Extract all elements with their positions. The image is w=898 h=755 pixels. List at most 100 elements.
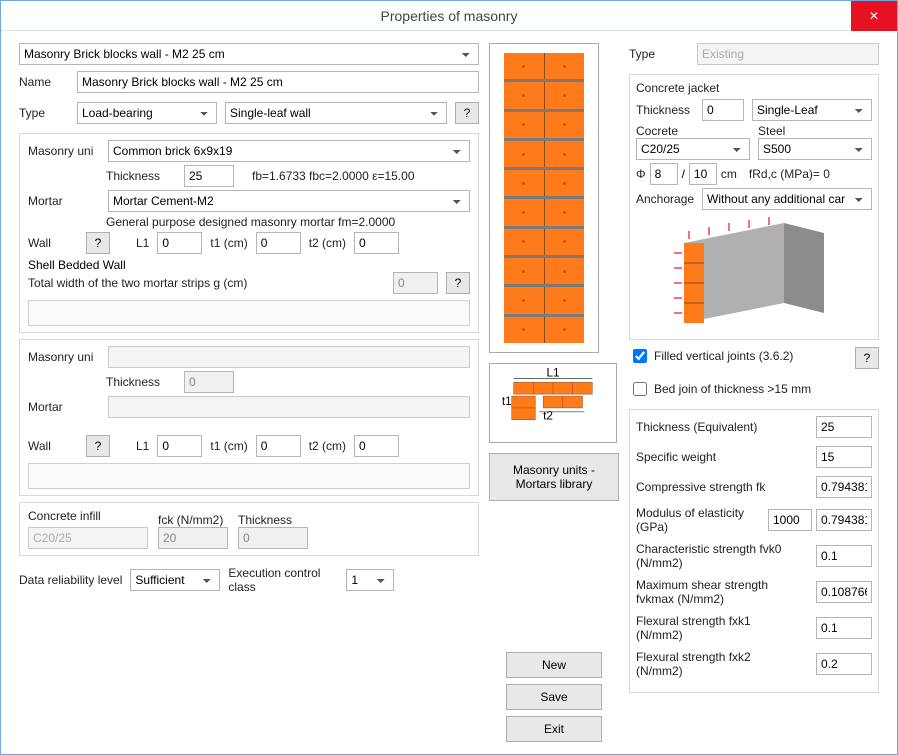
- exit-button[interactable]: Exit: [506, 716, 602, 742]
- fxk1-label: Flexural strength fxk1 (N/mm2): [636, 614, 796, 642]
- close-button[interactable]: ✕: [851, 1, 897, 31]
- bed-joint-label: Bed join of thickness >15 mm: [654, 382, 811, 396]
- L1-2-input[interactable]: [157, 435, 202, 457]
- filled-joints-checkbox[interactable]: [633, 349, 647, 363]
- thk2-input: [184, 371, 234, 393]
- reliability-label: Data reliability level: [19, 573, 122, 587]
- filled-joints-label: Filled vertical joints (3.6.2): [654, 349, 793, 363]
- fxk2-input[interactable]: [816, 653, 872, 675]
- t1-2-label: t1 (cm): [210, 439, 247, 453]
- eq-thk-input[interactable]: [816, 416, 872, 438]
- window-title: Properties of masonry: [381, 8, 518, 24]
- concrete-jacket-group: Concrete jacket Thickness Single-Leaf Co…: [629, 74, 879, 340]
- properties-group: Thickness (Equivalent) Specific weight C…: [629, 409, 879, 693]
- t2-1-input[interactable]: [354, 232, 399, 254]
- jacket-steel-label: Steel: [758, 124, 872, 138]
- infill-title: Concrete infill: [28, 509, 148, 523]
- t2-2-label: t2 (cm): [309, 439, 346, 453]
- t2-2-input[interactable]: [354, 435, 399, 457]
- unit2-select: [108, 346, 470, 368]
- jacket-thk-input[interactable]: [702, 99, 744, 121]
- infill-group: Concrete infill C20/25 fck (N/mm2) Thick…: [19, 502, 479, 556]
- eq-thk-label: Thickness (Equivalent): [636, 420, 757, 434]
- infill-fck-input: [158, 527, 228, 549]
- name-input[interactable]: [77, 71, 479, 93]
- infill-concrete-select: C20/25: [28, 527, 148, 549]
- brick-preview: [489, 43, 599, 353]
- jacket-steel-select[interactable]: S500: [758, 138, 872, 160]
- E-mult-input[interactable]: [768, 509, 812, 531]
- library-button[interactable]: Masonry units - Mortars library: [489, 453, 619, 501]
- right-type-label: Type: [629, 47, 689, 61]
- fvkmax-label: Maximum shear strength fvkmax (N/mm2): [636, 578, 796, 606]
- L1-2-label: L1: [136, 439, 149, 453]
- cm-label: cm: [721, 167, 737, 181]
- existing-select: Existing: [697, 43, 879, 65]
- mortar1-text: General purpose designed masonry mortar …: [106, 215, 395, 229]
- fvk0-input[interactable]: [816, 545, 872, 567]
- jacket-title: Concrete jacket: [636, 81, 872, 95]
- leaf2-preview: [28, 463, 470, 489]
- exec-class-select[interactable]: 1: [346, 569, 394, 591]
- anchorage-label: Anchorage: [636, 192, 694, 206]
- fvkmax-input[interactable]: [816, 581, 872, 603]
- thk1-label: Thickness: [106, 169, 176, 183]
- E-input[interactable]: [816, 509, 872, 531]
- help-walltype-button[interactable]: ?: [455, 102, 479, 124]
- close-icon: ✕: [869, 9, 879, 23]
- loadbearing-select[interactable]: Load-bearing: [77, 102, 217, 124]
- jacket-leaf-select[interactable]: Single-Leaf: [752, 99, 872, 121]
- L1-1-input[interactable]: [157, 232, 202, 254]
- shell-text: Total width of the two mortar strips g (…: [28, 276, 385, 290]
- fb-text: fb=1.6733 fbc=2.0000 ε=15.00: [252, 169, 415, 183]
- svg-text:t1: t1: [502, 394, 512, 408]
- wall2-label: Wall: [28, 439, 78, 453]
- infill-thk-label: Thickness: [238, 513, 308, 527]
- L1-1-label: L1: [136, 236, 149, 250]
- sw-label: Specific weight: [636, 450, 716, 464]
- fxk1-input[interactable]: [816, 617, 872, 639]
- bed-joint-checkbox[interactable]: [633, 382, 647, 396]
- infill-thk-input: [238, 527, 308, 549]
- sw-input[interactable]: [816, 446, 872, 468]
- help-joints-button[interactable]: ?: [855, 347, 879, 369]
- leaf1-preview: [28, 300, 470, 326]
- thk2-label: Thickness: [106, 375, 176, 389]
- mortar2-select: [108, 396, 470, 418]
- fk-input[interactable]: [816, 476, 872, 498]
- jacket-concrete-select[interactable]: C20/25: [636, 138, 750, 160]
- jacket-thk-label: Thickness: [636, 103, 694, 117]
- help-wall1-button[interactable]: ?: [86, 232, 110, 254]
- t1-1-label: t1 (cm): [210, 236, 247, 250]
- exec-label: Execution control class: [228, 566, 338, 594]
- fk-label: Compressive strength fk: [636, 480, 765, 494]
- wall1-label: Wall: [28, 236, 78, 250]
- masonry-selector[interactable]: Masonry Brick blocks wall - M2 25 cm: [19, 43, 479, 65]
- wall-type-select[interactable]: Single-leaf wall: [225, 102, 447, 124]
- jacket-concrete-label: Cocrete: [636, 124, 750, 138]
- thk1-input[interactable]: [184, 165, 234, 187]
- reliability-select[interactable]: Sufficient: [130, 569, 220, 591]
- cross-section-diagram: L1 t1 t2: [489, 363, 617, 443]
- mortar1-label: Mortar: [28, 194, 100, 208]
- unit1-select[interactable]: Common brick 6x9x19: [108, 140, 470, 162]
- anchorage-select[interactable]: Without any additional car: [702, 188, 872, 210]
- unit1-label: Masonry uni: [28, 144, 100, 158]
- slash-label: /: [682, 167, 685, 181]
- spacing-input[interactable]: [689, 163, 717, 185]
- new-button[interactable]: New: [506, 652, 602, 678]
- svg-text:L1: L1: [546, 368, 559, 379]
- phi-input[interactable]: [650, 163, 678, 185]
- mortar1-select[interactable]: Mortar Cement-M2: [108, 190, 470, 212]
- infill-fck-label: fck (N/mm2): [158, 513, 228, 527]
- shell-g-input: [393, 272, 438, 294]
- help-wall2-button[interactable]: ?: [86, 435, 110, 457]
- name-label: Name: [19, 75, 69, 89]
- save-button[interactable]: Save: [506, 684, 602, 710]
- t1-1-input[interactable]: [256, 232, 301, 254]
- titlebar: Properties of masonry ✕: [1, 1, 897, 31]
- t1-2-input[interactable]: [256, 435, 301, 457]
- svg-text:t2: t2: [543, 409, 553, 423]
- help-shell-button[interactable]: ?: [446, 272, 470, 294]
- frd-label: fRd,c (MPa)= 0: [749, 167, 830, 181]
